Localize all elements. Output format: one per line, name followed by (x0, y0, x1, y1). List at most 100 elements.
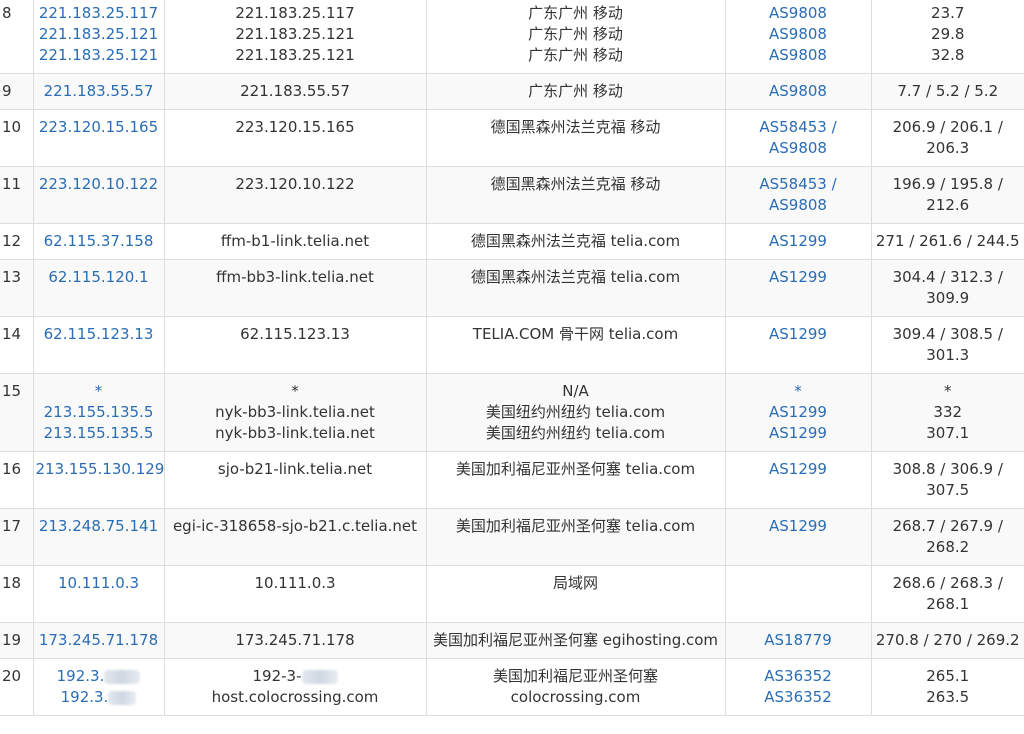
asn-link[interactable]: AS1299 (728, 423, 869, 444)
asn-link-text: AS1299 (769, 232, 827, 250)
latency-text: 271 / 261.6 / 244.5 (875, 232, 1020, 250)
loc-cell: 德国黑森州法兰克福 移动 (425, 109, 725, 167)
latency: 307.1 (874, 423, 1023, 444)
ip-link-text: 10.111.0.3 (57, 574, 140, 592)
latency-text: 309.4 / 308.5 / (892, 325, 1003, 343)
ip-link[interactable]: 221.183.55.57 (36, 81, 162, 102)
hostname-text: 192-3- (252, 667, 302, 685)
asn-link[interactable]: AS1299 (728, 324, 869, 345)
hop-number: 19 (0, 622, 33, 659)
hop-number: 18 (0, 565, 33, 623)
location: 德国黑森州法兰克福 telia.com (429, 267, 723, 288)
hostname-text: 221.183.55.57 (240, 82, 350, 100)
asn-cell: * AS1299 AS1299 (724, 373, 871, 452)
hostname: 223.120.10.122 (167, 174, 424, 195)
hop-number: 11 (0, 166, 33, 224)
asn-link[interactable]: AS36352 (728, 666, 869, 687)
ip-link[interactable]: 213.155.135.5 (36, 423, 162, 444)
latency-text: 309.9 (926, 289, 970, 307)
hop-number: 12 (0, 223, 33, 260)
latency: 309.4 / 308.5 / (874, 324, 1023, 345)
asn-link[interactable]: AS9808 (728, 24, 869, 45)
ip-link[interactable]: 62.115.123.13 (36, 324, 162, 345)
ip-link[interactable]: 10.111.0.3 (36, 573, 162, 594)
ip-link[interactable]: 192.3. (36, 687, 162, 708)
asn-link[interactable]: AS58453 / (728, 117, 869, 138)
ip-link-text: 223.120.15.165 (38, 118, 159, 136)
latency-text: 196.9 / 195.8 / (892, 175, 1003, 193)
hostname: sjo-b21-link.telia.net (167, 459, 424, 480)
ip-link[interactable]: * (36, 381, 162, 402)
ip-link[interactable]: 213.155.130.129 (36, 459, 165, 480)
ip-link[interactable]: 223.120.10.122 (36, 174, 162, 195)
location-text: 美国加利福尼亚州圣何塞 (492, 667, 658, 685)
latency-text: 32.8 (931, 46, 965, 64)
ip-link[interactable]: 192.3. (36, 666, 162, 687)
asn-link[interactable]: AS9808 (728, 138, 869, 159)
latency-text: 304.4 / 312.3 / (892, 268, 1003, 286)
latency-text: 212.6 (926, 196, 970, 214)
ip-link[interactable]: 221.183.25.121 (36, 45, 162, 66)
table-row: 15 * 213.155.135.5 213.155.135.5 * nyk-bb3-li… (0, 373, 1024, 452)
asn-link[interactable]: AS1299 (728, 402, 869, 423)
ip-link[interactable]: 223.120.15.165 (36, 117, 162, 138)
table-row: 19 173.245.71.178 173.245.71.178 美国加利福尼亚州圣何… (0, 622, 1024, 659)
host-cell: 192-3- host.colocrossing.com (163, 658, 426, 716)
asn-link[interactable]: AS1299 (728, 516, 869, 537)
asn-link[interactable]: AS1299 (728, 231, 869, 252)
location-text: 广东广州 移动 (528, 4, 623, 22)
ip-link[interactable]: 221.183.25.117 (36, 3, 162, 24)
latency-text: 265.1 (926, 667, 970, 685)
latency: 307.5 (874, 480, 1023, 501)
asn-link[interactable]: AS9808 (728, 3, 869, 24)
ip-link[interactable]: 213.155.135.5 (36, 402, 162, 423)
ip-link[interactable]: 173.245.71.178 (36, 630, 162, 651)
redacted-blur (104, 669, 141, 684)
latency-text: 308.8 / 306.9 / (892, 460, 1003, 478)
table-row: 17 213.248.75.141 egi-ic-318658-sjo-b21.c.… (0, 508, 1024, 566)
hostname: 221.183.55.57 (167, 81, 424, 102)
host-cell: egi-ic-318658-sjo-b21.c.telia.net (163, 508, 426, 566)
asn-link[interactable]: AS18779 (728, 630, 869, 651)
asn-cell: AS1299 (724, 316, 871, 374)
asn-link[interactable]: AS9808 (728, 81, 869, 102)
latency: 206.3 (874, 138, 1023, 159)
ip-link-text: 62.115.123.13 (43, 325, 154, 343)
hostname: 173.245.71.178 (167, 630, 424, 651)
location-text: 德国黑森州法兰克福 telia.com (470, 268, 681, 286)
location: 德国黑森州法兰克福 移动 (429, 117, 723, 138)
asn-link[interactable]: AS9808 (728, 195, 869, 216)
asn-link-text: AS9808 (769, 4, 827, 22)
asn-link[interactable]: * (728, 381, 869, 402)
asn-link[interactable]: AS58453 / (728, 174, 869, 195)
asn-link[interactable]: AS1299 (728, 459, 869, 480)
latency-text: 206.3 (926, 139, 970, 157)
latency: 271 / 261.6 / 244.5 (874, 231, 1023, 252)
ip-link[interactable]: 62.115.120.1 (36, 267, 162, 288)
location-text: 广东广州 移动 (528, 46, 623, 64)
asn-link-text: AS36352 (764, 688, 832, 706)
loc-cell: TELIA.COM 骨干网 telia.com (425, 316, 725, 374)
hostname-text: 223.120.10.122 (235, 175, 355, 193)
latency: 268.1 (874, 594, 1023, 615)
host-cell: 173.245.71.178 (163, 622, 426, 659)
hostname: nyk-bb3-link.telia.net (167, 423, 424, 444)
latency-text: 268.6 / 268.3 / (892, 574, 1003, 592)
hostname: 221.183.25.121 (167, 45, 424, 66)
latency-text: 263.5 (926, 688, 970, 706)
asn-link[interactable]: AS36352 (728, 687, 869, 708)
latency: 270.8 / 270 / 269.2 (874, 630, 1023, 651)
asn-link[interactable]: AS1299 (728, 267, 869, 288)
lat-cell: 206.9 / 206.1 / 206.3 (870, 109, 1024, 167)
host-cell: 221.183.55.57 (163, 73, 426, 110)
ip-link[interactable]: 221.183.25.121 (36, 24, 162, 45)
asn-link[interactable]: AS9808 (728, 45, 869, 66)
ip-link[interactable]: 213.248.75.141 (36, 516, 162, 537)
ip-link[interactable]: 62.115.37.158 (36, 231, 162, 252)
table-row: 18 10.111.0.3 10.111.0.3 局域网 268.6 / 268.3 /… (0, 565, 1024, 623)
asn-link-text: AS18779 (764, 631, 832, 649)
location-text: colocrossing.com (510, 688, 641, 706)
asn-link-text: AS1299 (769, 460, 827, 478)
loc-cell: 美国加利福尼亚州圣何塞 telia.com (425, 508, 725, 566)
location: 德国黑森州法兰克福 telia.com (429, 231, 723, 252)
